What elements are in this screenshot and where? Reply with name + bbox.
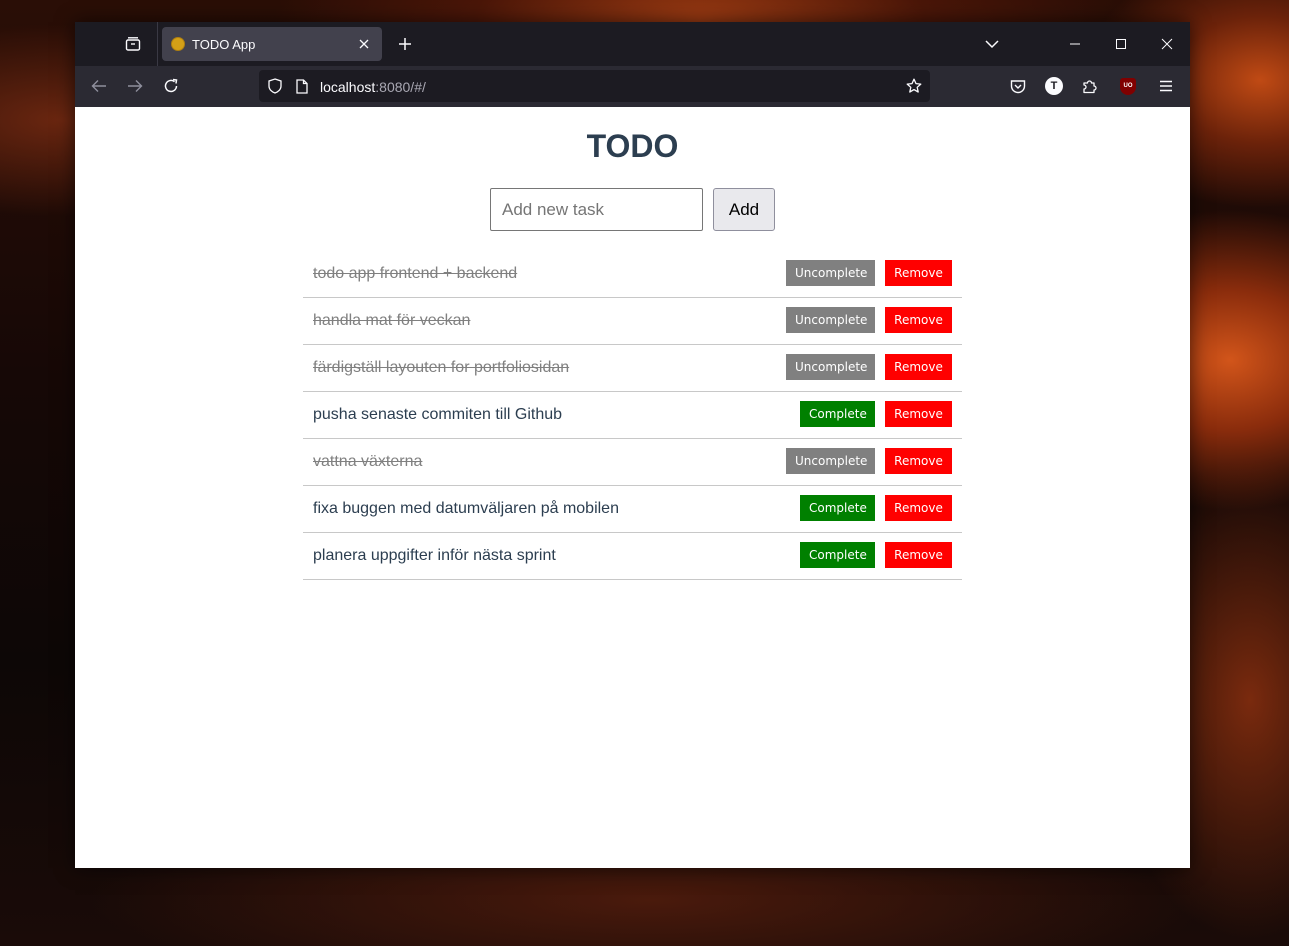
task-actions: Uncomplete Remove [786,354,952,380]
remove-button[interactable]: Remove [885,354,952,380]
remove-button[interactable]: Remove [885,260,952,286]
shield-icon[interactable] [265,76,285,96]
new-task-input[interactable] [490,188,703,231]
tab-separator [157,22,158,66]
tab-todo-app[interactable]: TODO App [162,27,382,61]
avatar: T [1045,77,1063,95]
task-text: planera uppgifter inför nästa sprint [313,547,556,564]
page-title: TODO [586,128,679,164]
hamburger-menu-icon[interactable] [1156,76,1176,96]
forward-arrow-icon[interactable] [125,76,145,96]
bookmark-star-icon[interactable] [904,76,924,96]
navigation-bar: localhost:8080/#/ T UO [75,66,1190,107]
task-row: fixa buggen med datumväljaren på mobilen… [303,486,962,533]
remove-button[interactable]: Remove [885,401,952,427]
remove-button[interactable]: Remove [885,495,952,521]
task-row: pusha senaste commiten till Github Comple… [303,392,962,439]
ublock-origin-icon[interactable]: UO [1118,76,1138,96]
task-text: vattna växterna [313,453,423,470]
close-tab-icon[interactable] [354,34,374,54]
task-text: handla mat för veckan [313,312,471,329]
task-list: todo app frontend + backend Uncomplete Rem… [303,251,962,580]
complete-button[interactable]: Complete [800,542,875,568]
task-actions: Uncomplete Remove [786,260,952,286]
remove-button[interactable]: Remove [885,307,952,333]
tab-groups-icon[interactable] [123,34,143,54]
task-row: vattna växterna Uncomplete Remove [303,439,962,486]
page-icon[interactable] [292,76,312,96]
tab-title: TODO App [192,37,256,52]
reload-icon[interactable] [161,76,181,96]
url-host: localhost [320,79,376,95]
task-actions: Uncomplete Remove [786,448,952,474]
task-text: todo app frontend + backend [313,265,518,282]
close-window-icon[interactable] [1157,34,1177,54]
task-actions: Complete Remove [800,542,952,568]
task-actions: Complete Remove [800,495,952,521]
page-content: TODO Add todo app frontend + backend Unco… [75,107,1190,868]
complete-button[interactable]: Complete [800,495,875,521]
remove-button[interactable]: Remove [885,448,952,474]
back-arrow-icon[interactable] [89,76,109,96]
uncomplete-button[interactable]: Uncomplete [786,448,875,474]
minimize-icon[interactable] [1065,34,1085,54]
pocket-icon[interactable] [1008,76,1028,96]
url-port-path: :8080/#/ [375,79,426,95]
app-favicon-icon [171,37,185,51]
task-row: handla mat för veckan Uncomplete Remove [303,298,962,345]
url-text[interactable]: localhost:8080/#/ [320,79,426,95]
browser-window: TODO App localhost:8080/#/ T UO TODO Add… [75,22,1190,868]
task-row: todo app frontend + backend Uncomplete Rem… [303,251,962,298]
extensions-puzzle-icon[interactable] [1080,76,1100,96]
task-actions: Complete Remove [800,401,952,427]
task-text: fixa buggen med datumväljaren på mobilen [313,500,619,517]
uncomplete-button[interactable]: Uncomplete [786,307,875,333]
uncomplete-button[interactable]: Uncomplete [786,354,875,380]
tab-bar: TODO App [75,22,1190,66]
task-row: planera uppgifter inför nästa sprint Comp… [303,533,962,580]
complete-button[interactable]: Complete [800,401,875,427]
address-bar[interactable]: localhost:8080/#/ [259,70,930,102]
remove-button[interactable]: Remove [885,542,952,568]
add-task-button[interactable]: Add [713,188,775,231]
ublock-badge: UO [1120,77,1136,95]
list-tabs-chevron-down-icon[interactable] [982,34,1002,54]
task-text: färdigställ layouten for portfoliosidan [313,359,570,376]
task-text: pusha senaste commiten till Github [313,406,563,423]
new-tab-icon[interactable] [395,34,415,54]
task-row: färdigställ layouten for portfoliosidan U… [303,345,962,392]
task-actions: Uncomplete Remove [786,307,952,333]
uncomplete-button[interactable]: Uncomplete [786,260,875,286]
account-avatar-icon[interactable]: T [1044,76,1064,96]
maximize-icon[interactable] [1111,34,1131,54]
